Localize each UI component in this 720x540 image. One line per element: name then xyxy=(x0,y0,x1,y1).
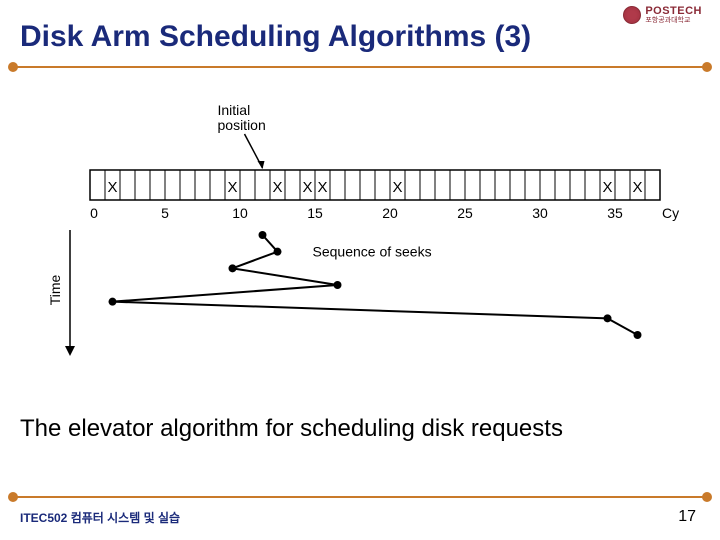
svg-text:X: X xyxy=(302,179,312,196)
postech-logo-text: POSTECH 포항공과대학교 xyxy=(645,6,702,24)
footer-rule-dot-right xyxy=(702,492,712,502)
svg-text:5: 5 xyxy=(161,205,169,221)
svg-text:25: 25 xyxy=(457,205,473,221)
svg-text:20: 20 xyxy=(382,205,398,221)
svg-text:X: X xyxy=(392,179,402,196)
svg-text:Time: Time xyxy=(47,274,63,305)
svg-text:30: 30 xyxy=(532,205,548,221)
svg-text:35: 35 xyxy=(607,205,623,221)
svg-text:10: 10 xyxy=(232,205,248,221)
slide-title: Disk Arm Scheduling Algorithms (3) xyxy=(20,20,531,54)
course-code: ITEC502 컴퓨터 시스템 및 실습 xyxy=(20,509,180,526)
svg-text:15: 15 xyxy=(307,205,323,221)
svg-text:X: X xyxy=(602,179,612,196)
svg-text:0: 0 xyxy=(90,205,98,221)
svg-text:Sequence of seeks: Sequence of seeks xyxy=(313,244,432,260)
svg-text:position: position xyxy=(218,117,266,133)
disk-seek-figure: InitialpositionXXXXXXXX05101520253035Cyl… xyxy=(40,100,680,380)
svg-text:X: X xyxy=(272,179,282,196)
svg-text:X: X xyxy=(317,179,327,196)
svg-text:X: X xyxy=(227,179,237,196)
title-rule xyxy=(12,66,708,68)
title-rule-dot-right xyxy=(702,62,712,72)
logo-sub: 포항공과대학교 xyxy=(645,17,702,24)
svg-text:X: X xyxy=(107,179,117,196)
svg-text:X: X xyxy=(632,179,642,196)
svg-text:Initial: Initial xyxy=(218,102,251,118)
logo-main: POSTECH xyxy=(645,6,702,17)
svg-text:Cylinder: Cylinder xyxy=(662,205,680,221)
page-number: 17 xyxy=(678,508,696,526)
postech-seal-icon xyxy=(623,6,641,24)
footer-rule xyxy=(12,496,708,498)
postech-logo: POSTECH 포항공과대학교 xyxy=(623,6,702,24)
figure-caption: The elevator algorithm for scheduling di… xyxy=(20,415,700,443)
